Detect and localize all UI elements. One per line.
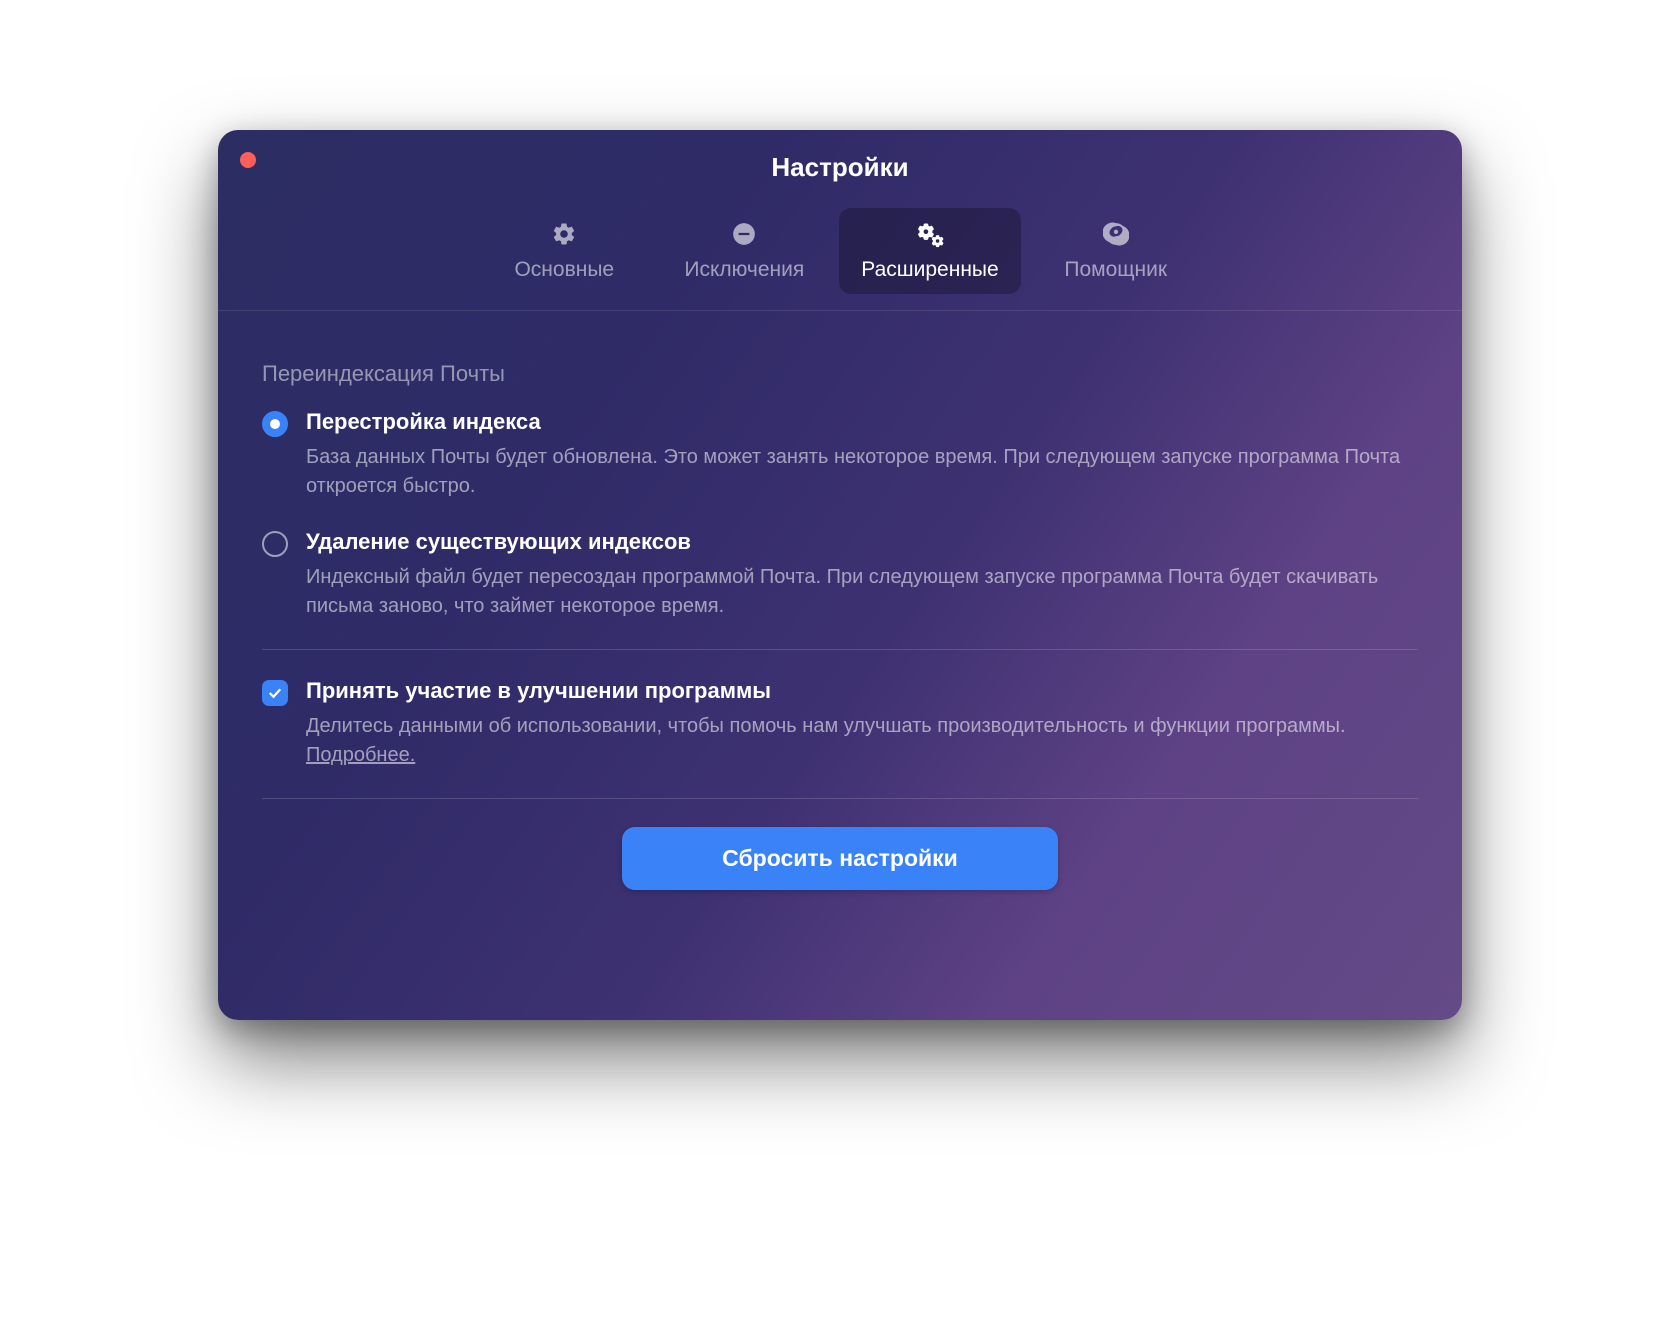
- close-window-button[interactable]: [240, 152, 256, 168]
- tab-label: Расширенные: [861, 258, 998, 282]
- checkbox-improve-program[interactable]: [262, 680, 288, 706]
- learn-more-link[interactable]: Подробнее.: [306, 744, 415, 766]
- gears-icon: [916, 220, 944, 248]
- option-title: Удаление существующих индексов: [306, 529, 1418, 555]
- option-body: Перестройка индекса База данных Почты бу…: [306, 409, 1418, 501]
- reindex-section-header: Переиндексация Почты: [262, 361, 1418, 387]
- swirl-icon: [1102, 220, 1130, 248]
- option-rebuild-index[interactable]: Перестройка индекса База данных Почты бу…: [262, 409, 1418, 501]
- option-improve-program[interactable]: Принять участие в улучшении программы Де…: [262, 678, 1418, 770]
- option-description: База данных Почты будет обновлена. Это м…: [306, 443, 1418, 501]
- radio-delete-indexes[interactable]: [262, 531, 288, 557]
- tabs-bar: Основные Исключения Расширенные Помощник: [218, 190, 1462, 311]
- tab-general[interactable]: Основные: [479, 208, 649, 294]
- divider: [262, 798, 1418, 799]
- option-body: Принять участие в улучшении программы Де…: [306, 678, 1418, 770]
- divider: [262, 649, 1418, 650]
- tab-label: Исключения: [684, 258, 804, 282]
- tab-advanced[interactable]: Расширенные: [839, 208, 1020, 294]
- improve-desc-text: Делитесь данными об использовании, чтобы…: [306, 715, 1346, 737]
- option-body: Удаление существующих индексов Индексный…: [306, 529, 1418, 621]
- gear-icon: [550, 220, 578, 248]
- tab-label: Помощник: [1064, 258, 1167, 282]
- reset-settings-button[interactable]: Сбросить настройки: [622, 827, 1058, 890]
- option-description: Индексный файл будет пересоздан программ…: [306, 563, 1418, 621]
- reindex-options: Перестройка индекса База данных Почты бу…: [262, 409, 1418, 621]
- tab-exclusions[interactable]: Исключения: [659, 208, 829, 294]
- tab-assistant[interactable]: Помощник: [1031, 208, 1201, 294]
- tab-label: Основные: [514, 258, 614, 282]
- minus-circle-icon: [730, 220, 758, 248]
- content-area: Переиндексация Почты Перестройка индекса…: [218, 311, 1462, 1020]
- window-title: Настройки: [771, 152, 908, 183]
- option-delete-indexes[interactable]: Удаление существующих индексов Индексный…: [262, 529, 1418, 621]
- titlebar: Настройки: [218, 130, 1462, 190]
- radio-rebuild-index[interactable]: [262, 411, 288, 437]
- option-description: Делитесь данными об использовании, чтобы…: [306, 712, 1418, 770]
- footer: Сбросить настройки: [262, 827, 1418, 900]
- window-controls: [240, 152, 256, 168]
- option-title: Перестройка индекса: [306, 409, 1418, 435]
- settings-window: Настройки Основные Исключения Расширенны…: [218, 130, 1462, 1020]
- option-title: Принять участие в улучшении программы: [306, 678, 1418, 704]
